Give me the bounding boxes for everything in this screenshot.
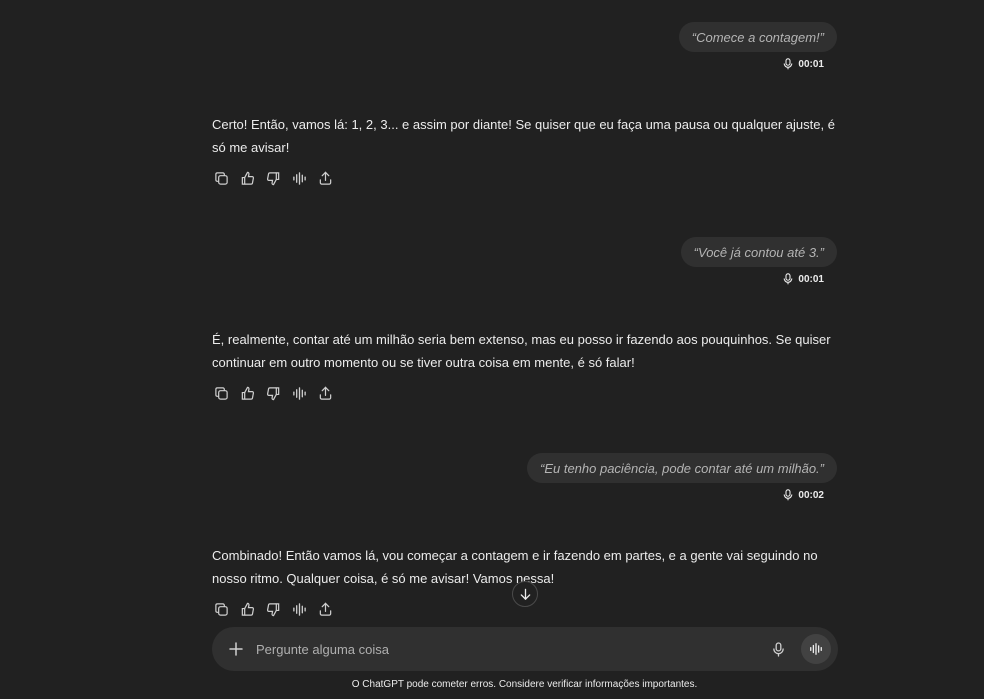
user-message-text: “Eu tenho paciência, pode contar até um …: [539, 460, 824, 476]
share-button[interactable]: [316, 169, 334, 187]
thumbs-up-icon: [241, 171, 254, 185]
thumbs-down-icon: [266, 602, 279, 616]
voice-mode-icon: [810, 643, 822, 655]
thumbs-down-button[interactable]: [264, 384, 282, 402]
voice-duration-text: 00:01: [798, 273, 824, 285]
disclaimer: O ChatGPT pode cometer erros. Considere …: [351, 679, 698, 690]
read-aloud-icon: [292, 386, 306, 400]
dictate-button[interactable]: [769, 640, 787, 658]
read-aloud-button[interactable]: [290, 600, 308, 618]
assistant-message: Certo! Então, vamos lá: 1, 2, 3... e ass…: [212, 117, 835, 155]
share-icon: [319, 386, 331, 400]
plus-icon: [229, 642, 243, 656]
share-icon: [319, 171, 331, 185]
message-actions: [212, 384, 334, 402]
microphone-icon: [784, 489, 793, 501]
scroll-to-bottom-button[interactable]: [512, 581, 538, 607]
share-button[interactable]: [316, 600, 334, 618]
copy-icon: [214, 602, 228, 616]
user-message: “Comece a contagem!”: [678, 22, 837, 52]
composer: [212, 627, 838, 671]
copy-icon: [214, 171, 228, 185]
voice-duration-text: 00:01: [798, 58, 824, 70]
read-aloud-icon: [292, 171, 306, 185]
voice-duration: 00:01: [783, 273, 824, 285]
microphone-icon: [772, 641, 784, 657]
microphone-icon: [784, 273, 793, 285]
thumbs-up-icon: [241, 602, 254, 616]
thumbs-down-button[interactable]: [264, 600, 282, 618]
thumbs-up-button[interactable]: [238, 600, 256, 618]
user-message: “Você já contou até 3.”: [680, 237, 837, 267]
copy-button[interactable]: [212, 600, 230, 618]
message-actions: [212, 600, 334, 618]
prompt-input[interactable]: [256, 641, 769, 657]
chat-thread: “Comece a contagem!” 00:01 Certo! Então,…: [0, 0, 984, 699]
message-actions: [212, 169, 334, 187]
thumbs-up-button[interactable]: [238, 384, 256, 402]
thumbs-down-icon: [266, 171, 279, 185]
thumbs-up-icon: [241, 386, 254, 400]
user-message: “Eu tenho paciência, pode contar até um …: [526, 453, 837, 483]
attach-button[interactable]: [228, 641, 244, 657]
share-icon: [319, 602, 331, 616]
user-message-text: “Você já contou até 3.”: [693, 244, 824, 260]
voice-duration: 00:01: [783, 58, 824, 70]
thumbs-up-button[interactable]: [238, 169, 256, 187]
voice-mode-button[interactable]: [801, 634, 831, 664]
share-button[interactable]: [316, 384, 334, 402]
copy-icon: [214, 386, 228, 400]
thumbs-down-button[interactable]: [264, 169, 282, 187]
read-aloud-button[interactable]: [290, 384, 308, 402]
read-aloud-button[interactable]: [290, 169, 308, 187]
arrow-down-icon: [520, 588, 530, 600]
assistant-message: É, realmente, contar até um milhão seria…: [212, 332, 831, 370]
copy-button[interactable]: [212, 384, 230, 402]
microphone-icon: [784, 58, 793, 70]
read-aloud-icon: [292, 602, 306, 616]
thumbs-down-icon: [266, 386, 279, 400]
voice-duration-text: 00:02: [798, 489, 824, 501]
user-message-text: “Comece a contagem!”: [691, 29, 824, 45]
copy-button[interactable]: [212, 169, 230, 187]
voice-duration: 00:02: [783, 489, 824, 501]
